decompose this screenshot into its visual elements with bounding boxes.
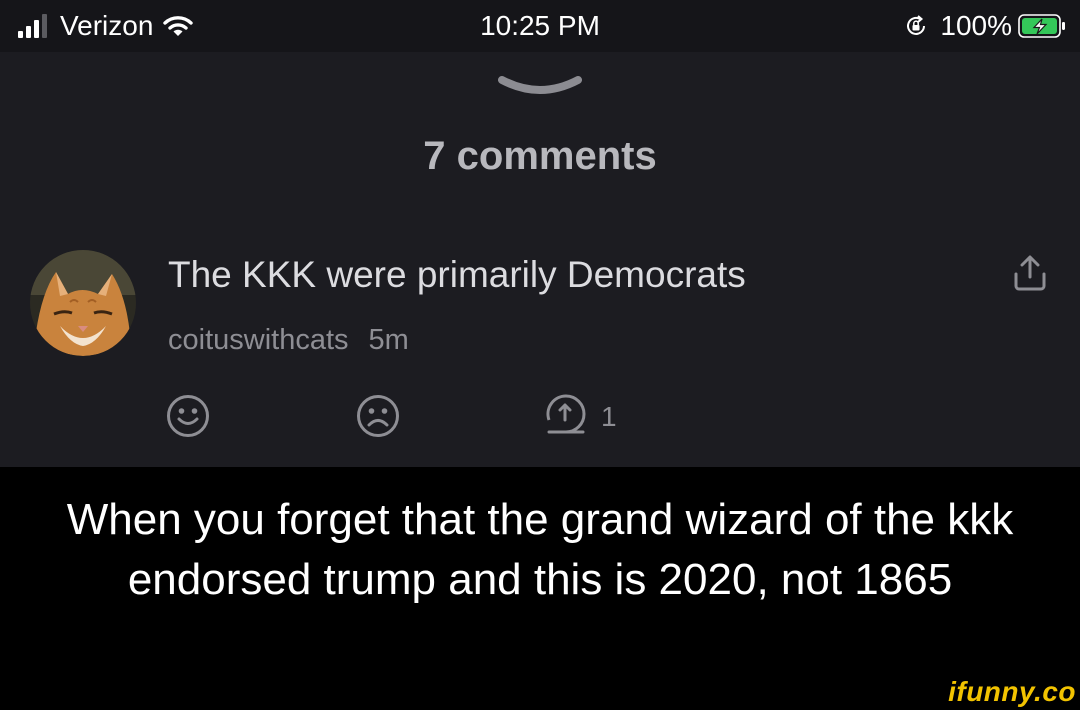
comment-username[interactable]: coituswithcats xyxy=(168,324,349,356)
cat-avatar-icon xyxy=(30,250,136,356)
battery-charging-icon xyxy=(1018,14,1065,38)
comments-count-title: 7 comments xyxy=(423,134,657,178)
reply-count: 1 xyxy=(601,401,617,432)
share-icon[interactable] xyxy=(1013,255,1047,291)
commenter-avatar[interactable] xyxy=(30,250,136,356)
battery-percentage: 100% xyxy=(940,10,1012,41)
status-bar-right: 100% xyxy=(904,6,1066,46)
frown-icon[interactable] xyxy=(356,394,400,438)
sheet-dismiss-chevron-icon[interactable] xyxy=(498,74,582,104)
meme-caption: When you forget that the grand wizard of… xyxy=(66,495,1014,604)
comment-body: The KKK were primarily Democrats xyxy=(168,254,746,295)
reply-button[interactable]: 1 xyxy=(545,394,617,440)
smile-icon[interactable] xyxy=(166,394,210,438)
comments-screen: Verizon 10:25 PM 100% 7 comments The KKK… xyxy=(0,0,1080,467)
ifunny-watermark: ifunny.co xyxy=(948,676,1076,707)
comment-timestamp: 5m xyxy=(368,324,409,356)
orientation-lock-icon xyxy=(907,15,926,35)
status-bar: Verizon 10:25 PM 100% xyxy=(0,0,1080,52)
reply-icon xyxy=(546,394,586,434)
comment-meta: coituswithcats 5m xyxy=(168,324,409,360)
